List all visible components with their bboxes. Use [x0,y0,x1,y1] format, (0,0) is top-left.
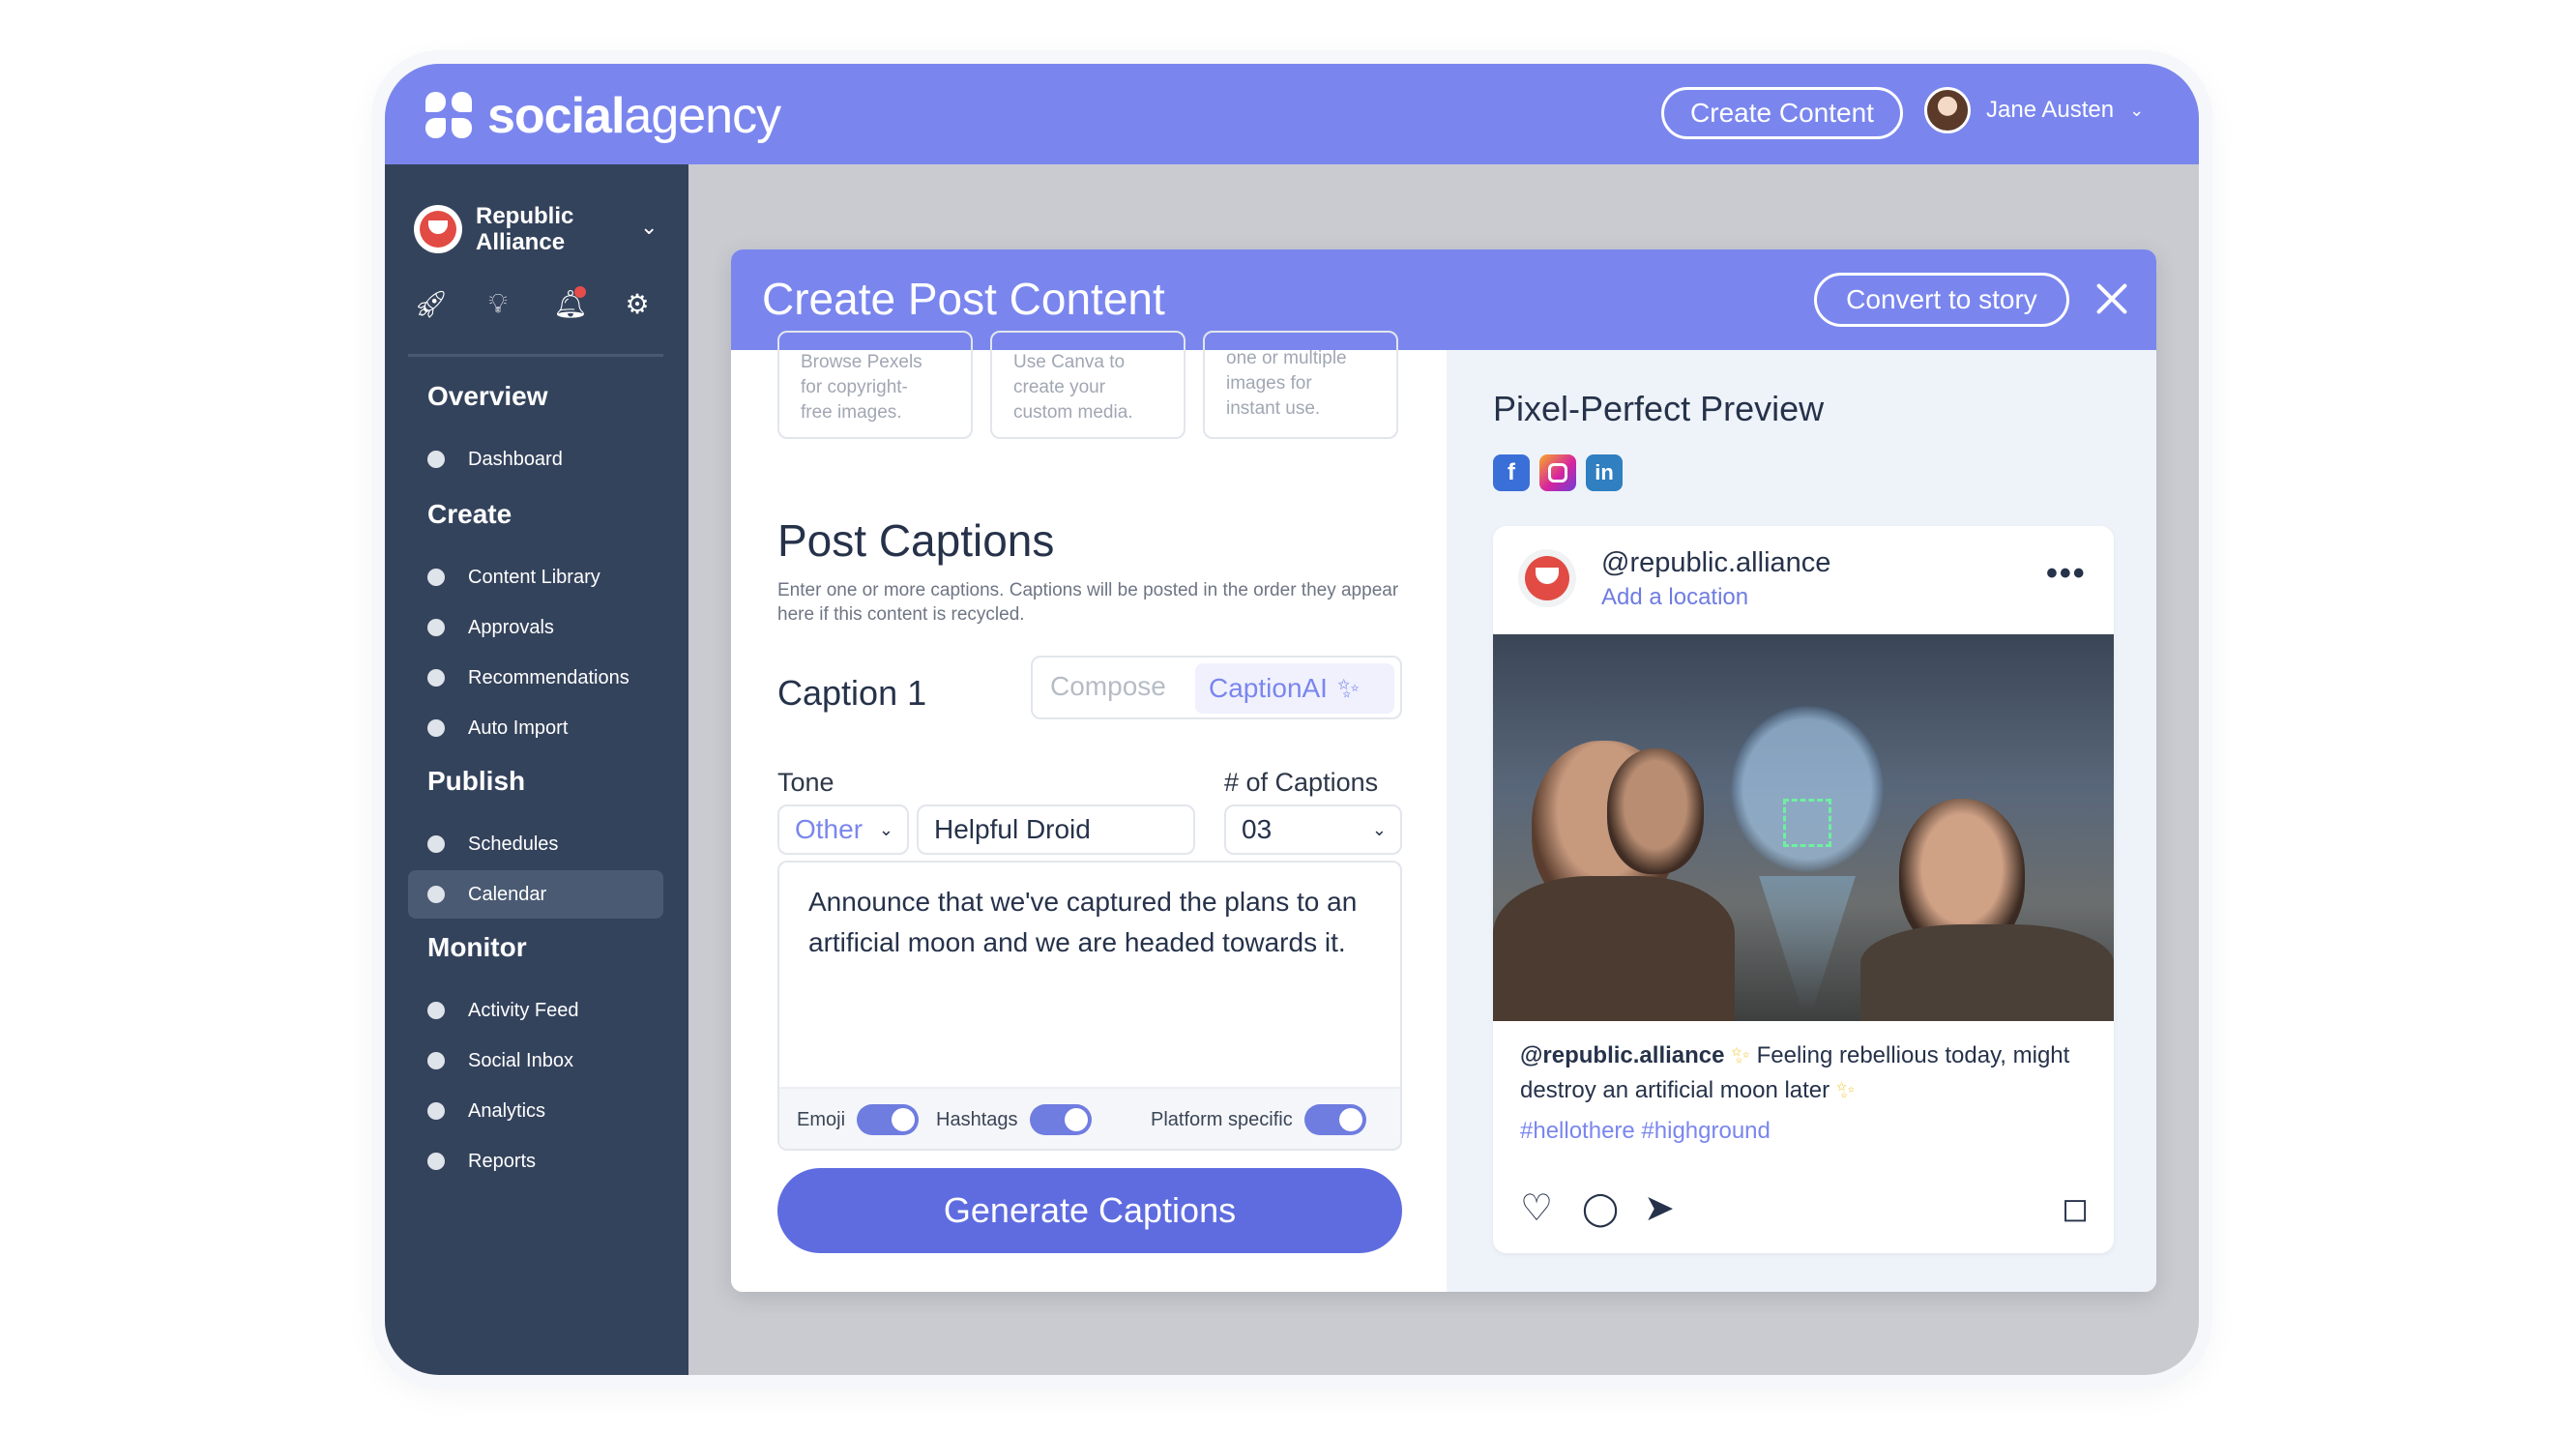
sidebar-item-analytics[interactable]: Analytics [408,1087,663,1135]
bookmark-icon[interactable]: ◻ [2062,1187,2089,1230]
top-bar: socialagency Create Content Jane Austen … [385,64,2199,164]
user-menu[interactable]: Jane Austen ⌄ [1924,87,2144,133]
create-content-button[interactable]: Create Content [1661,87,1903,139]
gear-icon[interactable]: ⚙ [623,288,652,320]
emoji-toggle-label: Emoji [797,1108,846,1130]
tone-label: Tone [777,768,834,797]
divider [408,354,663,357]
user-name: Jane Austen [1986,97,2115,123]
add-location-link[interactable]: Add a location [1601,584,1748,611]
brand-switcher[interactable]: Republic Alliance [414,203,573,255]
sidebar-item-schedules[interactable]: Schedules [408,820,663,868]
lightbulb-icon[interactable]: 💡︎ [483,288,512,320]
brand-logo-icon [414,205,462,253]
create-post-modal: Create Post Content Convert to story Bro… [731,249,2156,1292]
caption-options-bar: Emoji Hashtags Platform specific [779,1087,1400,1149]
caption-label: Caption 1 [777,673,927,713]
caption-mode-switch: Compose CaptionAI ✨︎ [1031,656,1402,719]
caption-prompt-text[interactable]: Announce that we've captured the plans t… [808,882,1360,963]
sidebar-item-reports[interactable]: Reports [408,1137,663,1185]
source-card-upload[interactable]: one or multiple images for instant use. [1203,331,1398,439]
nav-section-publish: Publish [427,766,526,796]
brand-name: Republic Alliance [476,203,574,255]
rocket-icon[interactable]: 🚀︎ [414,288,449,320]
sidebar-item-content-library[interactable]: Content Library [408,553,663,601]
close-icon[interactable] [2089,275,2137,323]
post-handle: @republic.alliance [1601,547,1831,578]
sidebar-item-auto-import[interactable]: Auto Import [408,704,663,752]
nav-section-monitor: Monitor [427,932,527,962]
sparkle-icon: ✨︎ [1835,1077,1856,1103]
sidebar-item-recommendations[interactable]: Recommendations [408,654,663,702]
sidebar-item-activity-feed[interactable]: Activity Feed [408,986,663,1035]
emoji-toggle-group: Emoji [797,1104,920,1135]
notification-dot [574,286,586,298]
preview-heading: Pixel-Perfect Preview [1493,389,1825,428]
bell-icon[interactable]: 🔔︎ [553,286,588,320]
chevron-down-icon: ⌄ [878,819,893,839]
post-hashtags[interactable]: #hellothere #highground [1520,1118,1771,1145]
sparkle-icon: ✨︎ [1731,1042,1750,1068]
chevron-down-icon: ⌄ [1371,819,1387,839]
sidebar-quick-icons: 🚀︎ 💡︎ 🔔︎ ⚙ [414,286,652,320]
tone-custom-input[interactable]: Helpful Droid [917,804,1195,855]
chevron-down-icon: ⌄ [2129,100,2145,120]
sidebar-item-dashboard[interactable]: Dashboard [408,435,663,483]
source-card-canva[interactable]: Use Canva to create your custom media. [990,331,1186,439]
nav-section-create: Create [427,499,512,529]
tab-caption-ai[interactable]: CaptionAI ✨︎ [1195,663,1394,714]
avatar [1924,87,1971,133]
instagram-icon[interactable] [1539,454,1576,491]
logo-text: socialagency [487,88,781,144]
caption-count-label: # of Captions [1224,768,1379,797]
post-actions: ♡ ◯ ➤ ◻ [1520,1187,2091,1230]
caption-count-select[interactable]: 03 ⌄ [1224,804,1402,855]
hashtags-toggle-label: Hashtags [936,1108,1018,1130]
platform-toggle-label: Platform specific [1151,1108,1293,1130]
linkedin-icon[interactable]: in [1586,454,1623,491]
post-captions-heading: Post Captions [777,515,1055,566]
hashtags-toggle-group: Hashtags [936,1104,1092,1135]
magic-wand-icon: ✨︎ [1336,672,1361,703]
brand-avatar-icon [1518,549,1576,607]
caption-editor-panel: Browse Pexels for copyright- free images… [731,331,1447,1292]
generate-captions-button[interactable]: Generate Captions [777,1168,1402,1253]
platform-specific-toggle[interactable] [1303,1104,1366,1135]
heart-icon[interactable]: ♡ [1520,1187,1553,1230]
modal-title: Create Post Content [762,274,1165,324]
post-captions-description: Enter one or more captions. Captions wil… [777,580,1399,625]
logo-mark-icon [425,92,474,140]
sidebar-item-approvals[interactable]: Approvals [408,603,663,652]
tab-compose[interactable]: Compose [1050,671,1166,702]
more-icon[interactable]: ••• [2046,555,2087,593]
app-logo[interactable]: socialagency [425,88,781,144]
source-card-pexels[interactable]: Browse Pexels for copyright- free images… [777,331,973,439]
caption-prompt-textarea[interactable]: Announce that we've captured the plans t… [777,861,1402,1151]
platform-toggle-group: Platform specific [1151,1104,1366,1135]
comment-icon[interactable]: ◯ [1582,1187,1619,1230]
sidebar-item-calendar[interactable]: Calendar [408,870,663,919]
preview-panel: Pixel-Perfect Preview f in @republic.all… [1447,350,2156,1292]
nav-section-overview: Overview [427,381,548,411]
emoji-toggle[interactable] [857,1104,920,1135]
chevron-down-icon[interactable]: ⌄ [640,215,658,240]
send-icon[interactable]: ➤ [1644,1187,1675,1230]
hashtags-toggle[interactable] [1029,1104,1092,1135]
post-image [1493,634,2114,1021]
sidebar: Republic Alliance ⌄ 🚀︎ 💡︎ 🔔︎ ⚙ Overview … [385,164,688,1375]
tone-select[interactable]: Other ⌄ [777,804,909,855]
post-preview-card: @republic.alliance Add a location ••• @r… [1493,526,2114,1253]
app-window: socialagency Create Content Jane Austen … [385,64,2199,1375]
sidebar-item-social-inbox[interactable]: Social Inbox [408,1037,663,1085]
post-caption: @republic.alliance ✨︎ Feeling rebellious… [1520,1042,2070,1103]
facebook-icon[interactable]: f [1493,454,1530,491]
convert-to-story-button[interactable]: Convert to story [1814,273,2069,327]
